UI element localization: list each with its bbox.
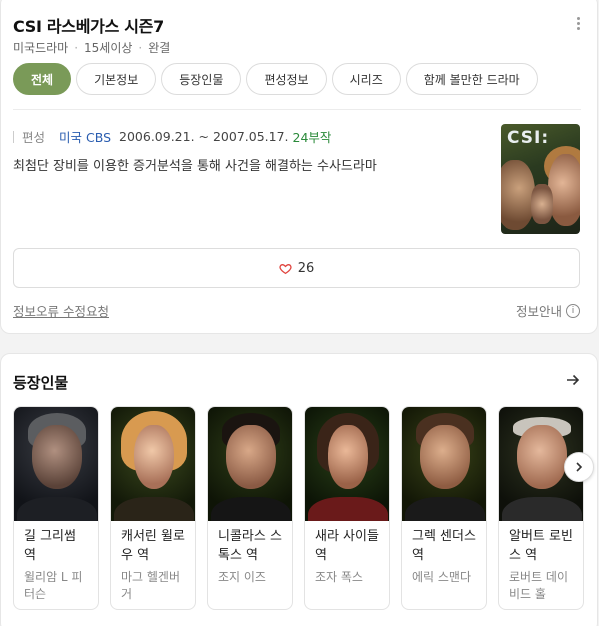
tab-series[interactable]: 시리즈: [331, 63, 401, 95]
actor-photo: [111, 407, 195, 521]
tab-cast[interactable]: 등장인물: [161, 63, 242, 95]
character-name: 길 그리썸 역: [24, 529, 76, 563]
cast-card-item[interactable]: 니콜라스 스톡스 역 조지 이즈: [207, 406, 293, 610]
tab-bar: 전체 기본정보 등장인물 편성정보 시리즈 함께 볼만한 드라마: [13, 63, 538, 95]
report-error-link[interactable]: 정보오류 수정요청: [13, 301, 109, 320]
actor-name: 윌리암 L 피터슨: [24, 570, 83, 601]
cast-card-item[interactable]: 그렉 센더스 역 에릭 스맨다: [401, 406, 487, 610]
cast-card-item[interactable]: 새라 사이들 역 조자 폭스: [304, 406, 390, 610]
tab-basic-info[interactable]: 기본정보: [76, 63, 157, 95]
actor-photo: [14, 407, 98, 521]
actor-name: 에릭 스맨다: [412, 570, 472, 584]
broadcast-network-link[interactable]: 미국 CBS: [59, 127, 111, 146]
actor-name: 마그 헬겐버거: [121, 570, 181, 601]
divider-bar: [13, 130, 14, 143]
actor-photo: [305, 407, 389, 521]
actor-name: 조자 폭스: [315, 570, 363, 584]
cast-card-item[interactable]: 길 그리썸 역 윌리암 L 피터슨: [13, 406, 99, 610]
character-name: 니콜라스 스톡스 역: [218, 529, 282, 563]
tab-similar-dramas[interactable]: 함께 볼만한 드라마: [405, 63, 538, 95]
drama-meta: 미국드라마 · 15세이상 · 완결: [13, 40, 171, 56]
character-name: 새라 사이들 역: [315, 529, 379, 563]
poster-image[interactable]: CSI:: [501, 124, 580, 234]
meta-genre: 미국드라마: [13, 41, 69, 55]
tab-schedule[interactable]: 편성정보: [246, 63, 327, 95]
info-icon: i: [566, 303, 580, 318]
chevron-right-icon: [576, 462, 583, 472]
poster-logo: CSI:: [507, 128, 550, 148]
actor-photo: [402, 407, 486, 521]
character-name: 캐서린 윌로우 역: [121, 529, 185, 563]
meta-status: 완결: [148, 41, 171, 55]
episode-count-link[interactable]: 24부작: [293, 127, 332, 146]
drama-title[interactable]: CSI 라스베가스 시즌7: [13, 13, 164, 37]
synopsis: 최첨단 장비를 이용한 증거분석을 통해 사건을 해결하는 수사드라마: [13, 159, 377, 174]
heart-icon: [279, 263, 292, 274]
carousel-next-button[interactable]: [564, 452, 594, 482]
like-count: 26: [297, 260, 315, 276]
actor-name: 조지 이즈: [218, 570, 266, 584]
actor-photo: [208, 407, 292, 521]
cast-card-item[interactable]: 캐서린 윌로우 역 마그 헬겐버거: [110, 406, 196, 610]
cast-card-item[interactable]: 알버트 로빈스 역 로버트 데이비드 홀: [498, 406, 584, 610]
more-options-icon[interactable]: [577, 17, 581, 30]
like-button[interactable]: 26: [13, 248, 580, 288]
divider: [13, 109, 581, 110]
cast-card: 등장인물 길 그리썸 역 윌리암 L 피터슨 캐서린 윌로우 역 마그 헬겐버거: [0, 353, 598, 626]
broadcast-label: 편성: [22, 130, 46, 145]
character-name: 알버트 로빈스 역: [509, 529, 573, 563]
broadcast-info: 편성 미국 CBS 2006.09.21. ~ 2007.05.17. 24부작: [13, 127, 331, 146]
info-guide-link[interactable]: 정보안내 i: [516, 301, 580, 320]
arrow-right-icon[interactable]: [565, 372, 581, 388]
info-guide-label: 정보안내: [515, 304, 562, 319]
cast-section-title[interactable]: 등장인물: [13, 372, 68, 393]
meta-rating: 15세이상: [84, 41, 133, 55]
character-name: 그렉 센더스 역: [412, 529, 476, 563]
tab-all[interactable]: 전체: [13, 63, 72, 95]
actor-name: 로버트 데이비드 홀: [509, 570, 569, 601]
broadcast-dates: 2006.09.21. ~ 2007.05.17.: [119, 129, 289, 144]
cast-list: 길 그리썸 역 윌리암 L 피터슨 캐서린 윌로우 역 마그 헬겐버거 니콜라스…: [13, 406, 584, 610]
drama-info-card: CSI 라스베가스 시즌7 미국드라마 · 15세이상 · 완결 전체 기본정보…: [0, 0, 598, 334]
